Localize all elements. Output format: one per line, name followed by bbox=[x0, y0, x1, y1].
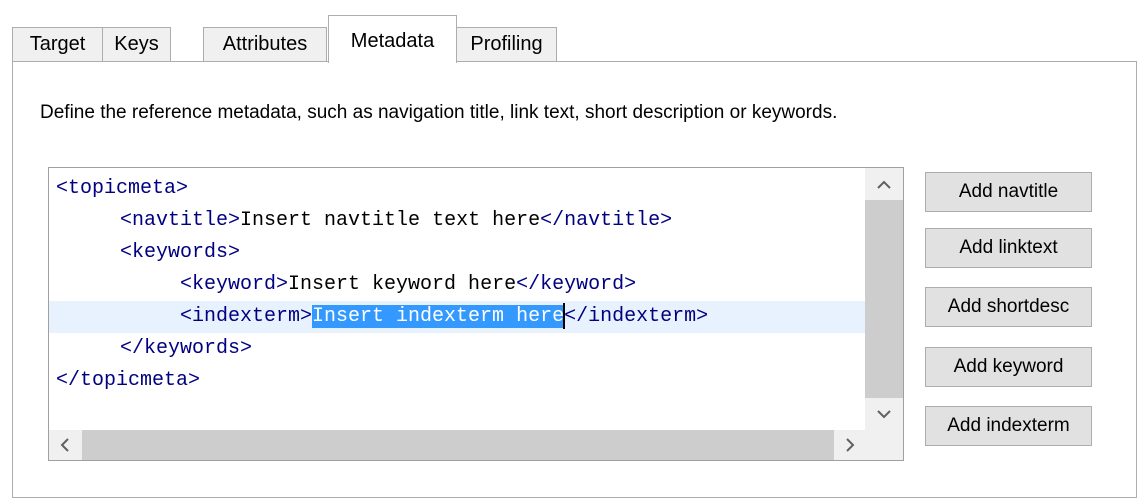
scrollbar-corner bbox=[865, 430, 903, 460]
metadata-dialog: Target Keys Attributes Metadata Profilin… bbox=[12, 0, 1137, 498]
xml-tag: </indexterm> bbox=[564, 305, 709, 328]
xml-tag: <keyword> bbox=[180, 273, 289, 296]
tab-target[interactable]: Target bbox=[12, 27, 103, 61]
vertical-scroll-thumb[interactable] bbox=[865, 200, 903, 398]
selected-text[interactable]: Insert indexterm here bbox=[312, 305, 565, 328]
chevron-right-icon[interactable] bbox=[835, 430, 865, 460]
add-navtitle-button[interactable]: Add navtitle bbox=[925, 172, 1092, 212]
code-line: <topicmeta> bbox=[49, 173, 865, 205]
horizontal-scrollbar[interactable] bbox=[49, 430, 865, 460]
description-text: Define the reference metadata, such as n… bbox=[40, 102, 838, 123]
add-linktext-button[interactable]: Add linktext bbox=[925, 228, 1092, 268]
code-line: </keywords> bbox=[49, 333, 865, 365]
metadata-panel: Define the reference metadata, such as n… bbox=[12, 61, 1137, 498]
chevron-up-icon[interactable] bbox=[865, 168, 903, 200]
xml-tag: <indexterm> bbox=[180, 305, 313, 328]
code-line-current: <indexterm>Insert indexterm here</indext… bbox=[49, 301, 865, 333]
tab-attributes[interactable]: Attributes bbox=[203, 27, 327, 61]
chevron-left-icon[interactable] bbox=[49, 430, 79, 460]
code-line: </topicmeta> bbox=[49, 365, 865, 397]
tab-keys[interactable]: Keys bbox=[102, 27, 171, 61]
horizontal-scroll-thumb[interactable] bbox=[82, 430, 834, 460]
xml-tag: </navtitle> bbox=[540, 209, 673, 232]
xml-tag: <topicmeta> bbox=[56, 177, 189, 200]
tab-bar: Target Keys Attributes Metadata Profilin… bbox=[12, 0, 1137, 63]
xml-tag: </topicmeta> bbox=[56, 369, 201, 392]
code-line: <navtitle>Insert navtitle text here</nav… bbox=[49, 205, 865, 237]
xml-editor[interactable]: <topicmeta> <navtitle>Insert navtitle te… bbox=[48, 167, 904, 461]
chevron-down-icon[interactable] bbox=[865, 398, 903, 430]
xml-tag: </keyword> bbox=[516, 273, 637, 296]
add-indexterm-button[interactable]: Add indexterm bbox=[925, 406, 1092, 446]
xml-tag: <navtitle> bbox=[120, 209, 241, 232]
tab-profiling[interactable]: Profiling bbox=[456, 27, 557, 61]
xml-tag: </keywords> bbox=[120, 337, 253, 360]
add-shortdesc-button[interactable]: Add shortdesc bbox=[925, 287, 1092, 327]
vertical-scrollbar[interactable] bbox=[865, 168, 903, 430]
xml-text: Insert navtitle text here bbox=[240, 209, 541, 232]
code-area[interactable]: <topicmeta> <navtitle>Insert navtitle te… bbox=[49, 168, 865, 430]
code-line: <keyword>Insert keyword here</keyword> bbox=[49, 269, 865, 301]
xml-text: Insert keyword here bbox=[288, 273, 517, 296]
code-line: <keywords> bbox=[49, 237, 865, 269]
tab-metadata[interactable]: Metadata bbox=[328, 15, 457, 63]
add-keyword-button[interactable]: Add keyword bbox=[925, 347, 1092, 387]
xml-tag: <keywords> bbox=[120, 241, 241, 264]
